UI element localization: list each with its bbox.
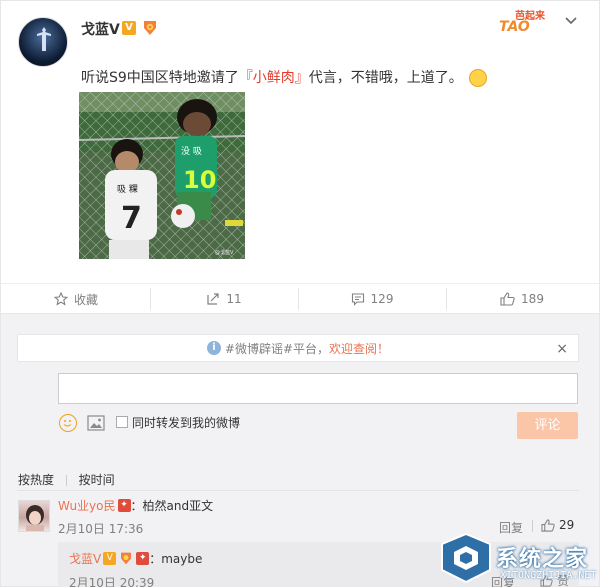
sort-by-hot-tab[interactable]: 按热度 [18,473,54,487]
post-text-before: 听说S9中国区特地邀请了 [81,70,239,86]
star-icon [53,292,68,306]
smile-icon [63,420,72,427]
commenter-avatar[interactable] [18,500,50,532]
user-avatar[interactable] [18,17,68,67]
member-badge-icon: ✦ [136,552,150,565]
statue-silhouette-icon [37,27,51,51]
sub-commenter-name[interactable]: 戈蓝V [69,550,101,567]
post-action-bar: 收藏 11 129 189 [0,283,600,313]
favorite-button[interactable]: 收藏 [1,284,151,314]
site-watermark: 系统之家 XITONGZHIJIA.NET [434,528,600,587]
xitongzhijia-logo-icon [441,532,491,584]
sort-by-time-tab[interactable]: 按时间 [79,473,115,487]
like-button[interactable]: 189 [447,284,597,314]
image-watermark-text: @戈蓝V [215,249,234,256]
image-number-left-text: 7 [121,201,142,236]
forward-to-weibo-label: 同时转发到我的微博 [132,416,241,430]
chevron-down-icon[interactable] [563,15,579,27]
thumbs-up-icon [500,292,515,306]
weibo-post-card: 戈蓝V V 芭起来 TAO 听说S9中国区特地邀请了『小鲜肉』代言，不错哦，上道… [0,0,600,283]
event-logo[interactable]: 芭起来 TAO [495,5,553,43]
close-icon[interactable]: × [556,341,568,357]
comment-icon [351,293,364,306]
forward-button[interactable]: 11 [149,284,299,314]
image-number-right-text: 10 [183,166,216,194]
member-badge-icon: ✦ [117,499,131,512]
emoji-picker-icon[interactable] [59,414,77,432]
commenter-name[interactable]: Wu业yo民 [58,497,116,514]
comment-button[interactable]: 129 [297,284,447,314]
watermark-subtext: XITONGZHIJIA.NET [500,570,597,581]
comment-input[interactable] [58,373,578,404]
sort-divider [65,475,67,486]
favorite-label: 收藏 [73,292,98,307]
watermark-text: 系统之家 [496,547,589,572]
image-jersey-right-text: 没 吸 [181,146,202,157]
forward-to-weibo-checkbox[interactable] [116,416,128,428]
fan-medal-icon[interactable] [141,19,159,37]
verified-v-icon: V [122,21,136,35]
sub-comment-time: 2月10日 20:39 [69,576,155,587]
post-text: 听说S9中国区特地邀请了『小鲜肉』代言，不错哦，上道了。 [81,67,488,87]
verified-v-icon: V [103,552,117,565]
comment-time: 2月10日 17:36 [58,522,144,536]
comment-header: Wu业yo民 ✦ ：柏然and亚文 [58,497,213,514]
comment-sort-tabs: 按热度 按时间 [18,471,115,488]
forward-count: 11 [226,292,242,306]
fan-medal-icon [121,552,132,565]
comment-text: ：柏然and亚文 [130,499,214,513]
sub-comment-header: 戈蓝V V ✦ ：maybe [69,550,202,567]
divider-line [17,490,579,491]
event-logo-main-text: TAO [499,19,530,35]
sub-comment-text: ：maybe [149,552,203,566]
notice-link[interactable]: 欢迎查阅！ [329,340,389,357]
rumor-notice-bar: i #微博辟谣#平台， 欢迎查阅！ × [17,334,579,362]
submit-comment-button[interactable]: 评论 [517,412,578,439]
comment-count: 129 [370,292,394,306]
post-image[interactable]: 没 吸 10 吸 粿 7 @戈蓝V [79,92,245,259]
notice-prefix: #微博辟谣#平台， [224,341,330,356]
info-icon: i [206,341,221,355]
image-jersey-left-text: 吸 粿 [117,183,138,195]
commenter-avatar-image [26,505,44,531]
relieved-face-emoji-icon [469,69,488,87]
forward-icon [207,293,219,305]
image-upload-icon[interactable] [87,415,105,431]
post-keyword-link[interactable]: 『小鲜肉』 [239,70,309,86]
post-username[interactable]: 戈蓝V [81,19,120,39]
like-count: 189 [521,292,544,306]
post-text-after: 代言，不错哦，上道了。 [308,70,463,86]
